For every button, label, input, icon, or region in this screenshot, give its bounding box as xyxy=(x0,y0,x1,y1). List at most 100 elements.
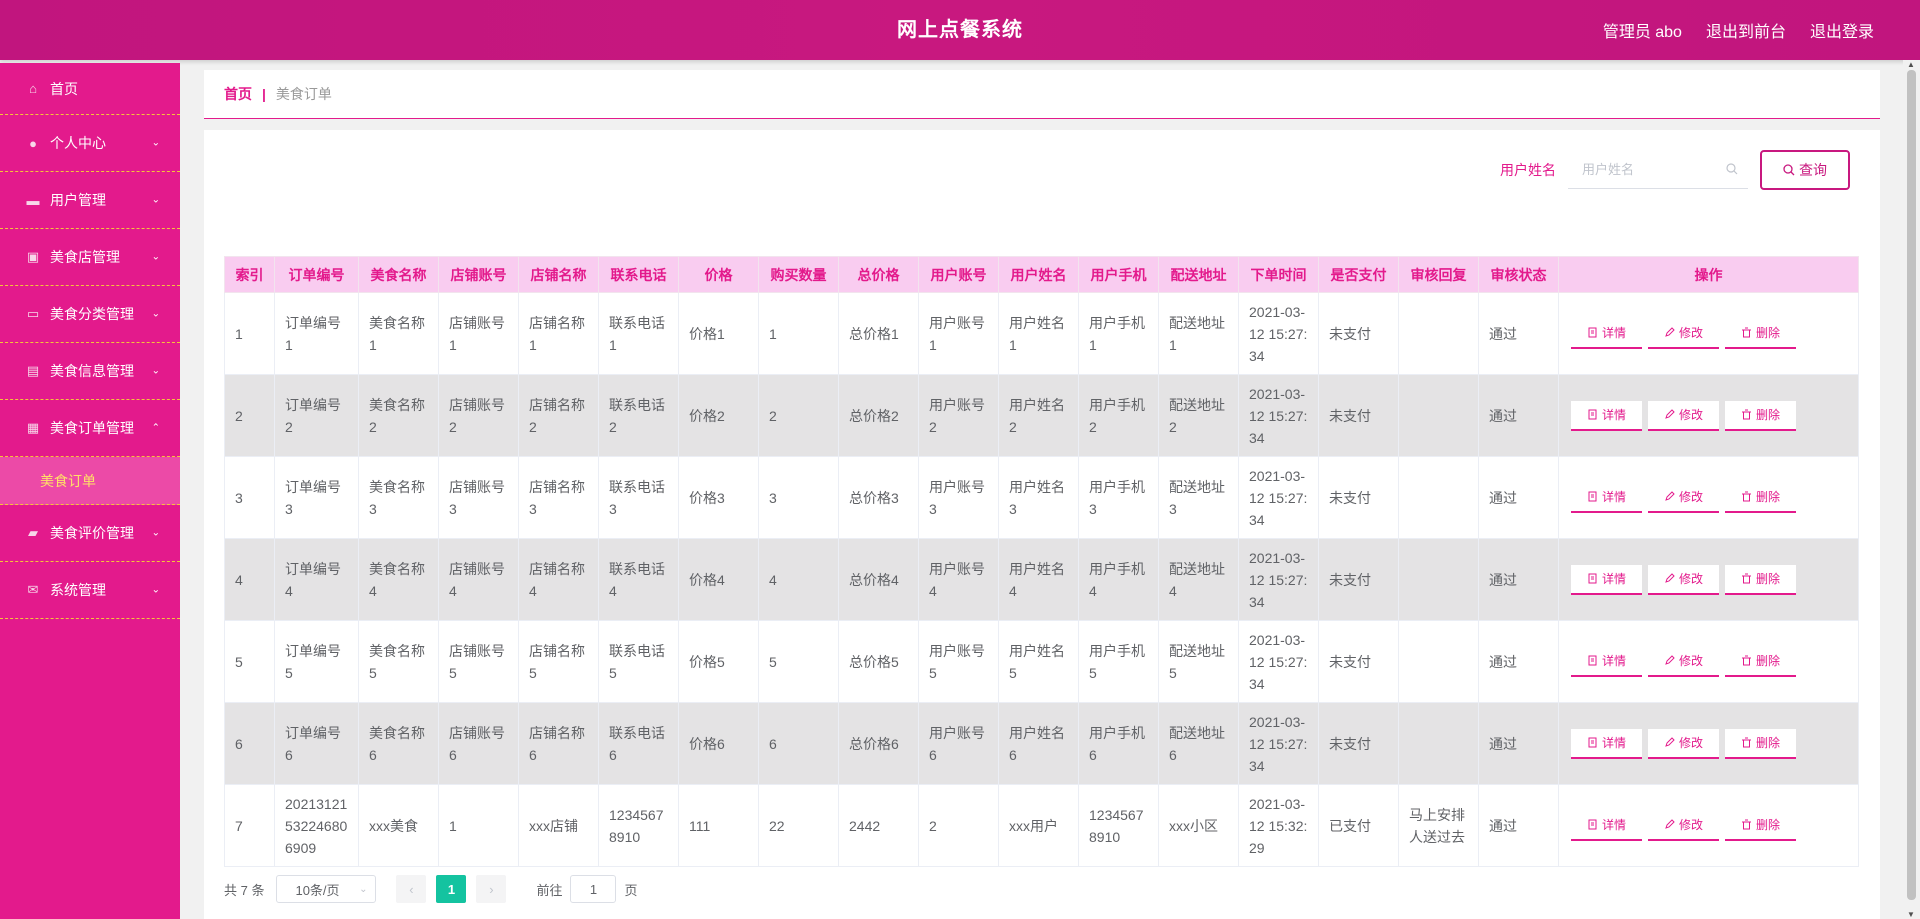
search-label: 用户姓名 xyxy=(1500,162,1556,178)
edit-button[interactable]: 修改 xyxy=(1648,564,1719,595)
search-button[interactable]: 查询 xyxy=(1760,150,1850,190)
search-input[interactable] xyxy=(1568,151,1748,188)
sidebar-item-home[interactable]: ⌂ 首页 xyxy=(0,63,180,115)
delete-button[interactable]: 删除 xyxy=(1725,728,1796,759)
column-header: 用户账号 xyxy=(918,256,999,293)
cell-review-reply xyxy=(1398,292,1479,375)
search-button-label: 查询 xyxy=(1799,162,1827,178)
cell-review-status: 通过 xyxy=(1478,292,1559,375)
sidebar-item-label: 用户管理 xyxy=(50,192,106,208)
breadcrumb-home[interactable]: 首页 xyxy=(224,84,252,104)
detail-button[interactable]: 详情 xyxy=(1571,810,1642,841)
cell-user-account: 用户账号6 xyxy=(918,702,999,785)
table-row: 6 订单编号6 美食名称6 店铺账号6 店铺名称6 联系电话6 价格6 6 总价格6 用户账号6 用… xyxy=(224,702,1859,785)
cell-actions: 详情 修改 删除 xyxy=(1558,456,1859,539)
exit-to-front-link[interactable]: 退出到前台 xyxy=(1706,18,1786,42)
edit-icon xyxy=(1665,409,1675,419)
scroll-down-icon[interactable]: ▼ xyxy=(1907,910,1915,919)
detail-button[interactable]: 详情 xyxy=(1571,318,1642,349)
cell-user-name: 用户姓名3 xyxy=(998,456,1079,539)
chevron-down-icon: ⌄ xyxy=(151,527,160,539)
delete-button[interactable]: 删除 xyxy=(1725,646,1796,677)
cell-review-status: 通过 xyxy=(1478,620,1559,703)
delete-button[interactable]: 删除 xyxy=(1725,564,1796,595)
page-jump-input[interactable] xyxy=(570,875,617,903)
cell-food-name: 美食名称6 xyxy=(358,702,439,785)
document-icon xyxy=(1588,409,1597,420)
cell-address: 配送地址4 xyxy=(1158,538,1239,621)
detail-button[interactable]: 详情 xyxy=(1571,482,1642,513)
top-header: 网上点餐系统 管理员 abo 退出到前台 退出登录 xyxy=(0,0,1920,60)
cell-phone: 联系电话6 xyxy=(598,702,679,785)
delete-label: 删除 xyxy=(1755,817,1780,832)
cell-phone: 联系电话4 xyxy=(598,538,679,621)
admin-label[interactable]: 管理员 abo xyxy=(1603,18,1682,42)
edit-button[interactable]: 修改 xyxy=(1648,318,1719,349)
column-header: 店铺账号 xyxy=(438,256,519,293)
cell-total: 总价格5 xyxy=(838,620,919,703)
cell-store-name: 店铺名称6 xyxy=(518,702,599,785)
cell-paid: 未支付 xyxy=(1318,702,1399,785)
sidebar-item-label: 美食信息管理 xyxy=(50,363,134,379)
edit-button[interactable]: 修改 xyxy=(1648,482,1719,513)
sidebar-item-orders[interactable]: ▦ 美食订单管理 ⌃ xyxy=(0,400,180,457)
delete-button[interactable]: 删除 xyxy=(1725,810,1796,841)
page-size-select[interactable]: 10条/页 ⌄ xyxy=(276,875,377,903)
document-icon xyxy=(1588,655,1597,666)
cell-food-name: 美食名称4 xyxy=(358,538,439,621)
cell-price: 价格6 xyxy=(678,702,759,785)
sidebar-item-users[interactable]: ▬ 用户管理 ⌄ xyxy=(0,172,180,229)
edit-button[interactable]: 修改 xyxy=(1648,810,1719,841)
sidebar-item-stores[interactable]: ▣ 美食店管理 ⌄ xyxy=(0,229,180,286)
delete-label: 删除 xyxy=(1755,653,1780,668)
detail-button[interactable]: 详情 xyxy=(1571,400,1642,431)
edit-button[interactable]: 修改 xyxy=(1648,728,1719,759)
delete-button[interactable]: 删除 xyxy=(1725,400,1796,431)
sidebar-item-system[interactable]: ✉ 系统管理 ⌄ xyxy=(0,562,180,619)
cell-order-no: 20213121532246806909 xyxy=(274,784,359,867)
detail-button[interactable]: 详情 xyxy=(1571,728,1642,759)
column-header: 价格 xyxy=(678,256,759,293)
detail-button[interactable]: 详情 xyxy=(1571,564,1642,595)
delete-button[interactable]: 删除 xyxy=(1725,318,1796,349)
cell-paid: 未支付 xyxy=(1318,292,1399,375)
edit-button[interactable]: 修改 xyxy=(1648,646,1719,677)
edit-label: 修改 xyxy=(1678,489,1703,504)
edit-icon xyxy=(1665,573,1675,583)
prev-page-button[interactable]: ‹ xyxy=(396,875,427,903)
sidebar-item-personal[interactable]: ● 个人中心 ⌄ xyxy=(0,115,180,172)
cell-review-status: 通过 xyxy=(1478,702,1559,785)
sidebar-subitem-food-orders[interactable]: 美食订单 xyxy=(0,457,180,505)
goto-suffix: 页 xyxy=(624,882,638,898)
cell-user-mobile: 12345678910 xyxy=(1078,784,1159,867)
home-icon: ⌂ xyxy=(29,81,37,96)
edit-button[interactable]: 修改 xyxy=(1648,400,1719,431)
store-icon: ▣ xyxy=(26,249,40,264)
column-header: 用户手机 xyxy=(1078,256,1159,293)
chevron-down-icon: ⌄ xyxy=(151,365,160,377)
document-icon xyxy=(1588,573,1597,584)
detail-button[interactable]: 详情 xyxy=(1571,646,1642,677)
sidebar-item-reviews[interactable]: ▰ 美食评价管理 ⌄ xyxy=(0,505,180,562)
logout-link[interactable]: 退出登录 xyxy=(1810,18,1874,42)
cell-quantity: 4 xyxy=(758,538,839,621)
delete-button[interactable]: 删除 xyxy=(1725,482,1796,513)
cell-quantity: 2 xyxy=(758,374,839,457)
trash-icon xyxy=(1741,327,1751,338)
cell-index: 6 xyxy=(224,702,275,785)
cell-store-name: 店铺名称5 xyxy=(518,620,599,703)
next-page-button[interactable]: › xyxy=(476,875,507,903)
cell-order-no: 订单编号2 xyxy=(274,374,359,457)
cell-food-name: 美食名称5 xyxy=(358,620,439,703)
cell-order-no: 订单编号5 xyxy=(274,620,359,703)
page-number-button[interactable]: 1 xyxy=(436,875,467,903)
vertical-scrollbar[interactable]: ▲ ▼ xyxy=(1903,60,1920,919)
detail-label: 详情 xyxy=(1601,817,1626,832)
users-icon: ▬ xyxy=(26,192,40,208)
cell-index: 5 xyxy=(224,620,275,703)
scroll-up-icon[interactable]: ▲ xyxy=(1907,60,1915,69)
sidebar-item-categories[interactable]: ▭ 美食分类管理 ⌄ xyxy=(0,286,180,343)
sidebar-item-food-info[interactable]: ▤ 美食信息管理 ⌄ xyxy=(0,343,180,400)
scrollbar-thumb[interactable] xyxy=(1907,70,1916,900)
chevron-down-icon: ⌄ xyxy=(151,584,160,596)
